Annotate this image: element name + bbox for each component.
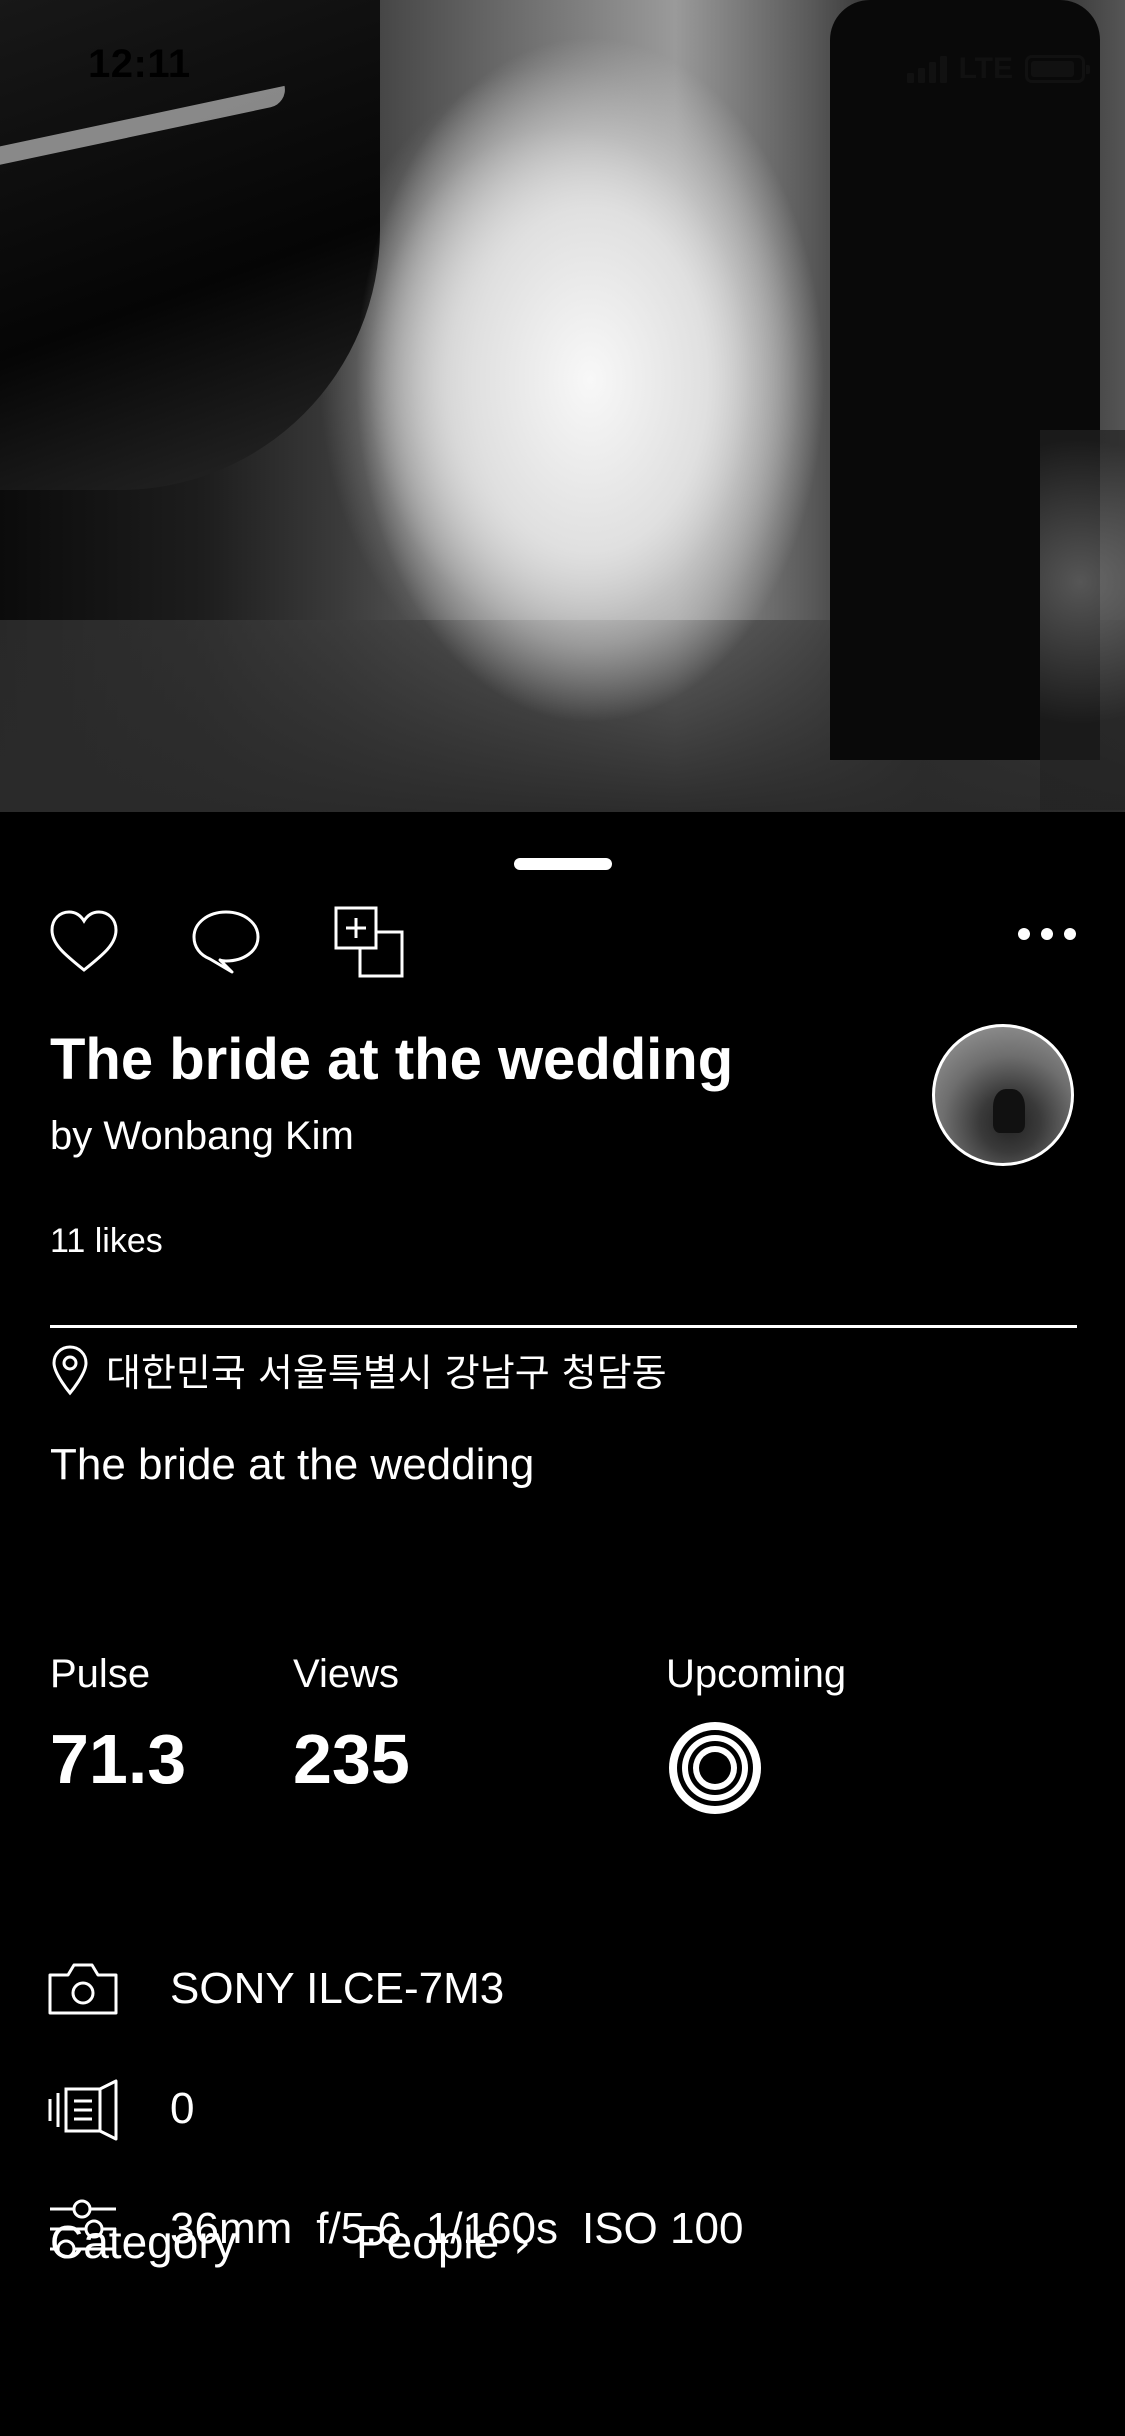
status-bar: 12:11 LTE [0,0,1125,140]
status-time: 12:11 [88,42,191,86]
photo-title: The bride at the wedding [50,1027,734,1092]
location[interactable]: 대한민국 서울특별시 강남구 청담동 [50,1342,667,1397]
category-label: Category [50,2216,237,2268]
upcoming-label: Upcoming [666,1652,847,1696]
stat-pulse: Pulse 71.3 [50,1652,186,1799]
pulse-label: Pulse [50,1652,151,1696]
views-value: 235 [293,1720,410,1798]
photo-details-sheet: The bride at the wedding by Wonbang Kim … [0,812,1125,2436]
stat-views: Views 235 [293,1652,410,1799]
avatar[interactable] [932,1024,1074,1166]
network-type: LTE [958,52,1013,85]
likes-count[interactable]: 11 likes [50,1222,163,1261]
divider [50,1325,1077,1328]
chevron-right-icon: › [513,2216,531,2268]
spec-camera: SONY ILCE-7M3 [46,1957,504,2021]
category-link[interactable]: People › [356,2215,531,2269]
upcoming-icon [669,1722,761,1814]
add-to-gallery-button[interactable] [332,904,408,980]
signal-icon [906,55,947,83]
comment-icon [192,910,260,974]
more-button[interactable] [1009,904,1079,980]
heart-icon [50,910,118,972]
camera-icon [48,1963,118,2015]
photo-leaves [1040,430,1125,810]
spec-lens: 0 [46,2077,194,2141]
add-to-gallery-icon [334,906,404,978]
comment-button[interactable] [188,904,264,980]
iso: ISO 100 [581,2204,744,2253]
pulse-value: 71.3 [50,1720,187,1798]
action-bar [46,904,1079,984]
camera-model: SONY ILCE-7M3 [170,1964,505,2013]
category-row: Category People › [50,2215,531,2269]
stats: Pulse 71.3 Views 235 Upcoming [50,1652,1077,1852]
photo-description: The bride at the wedding [50,1440,535,1489]
stat-upcoming: Upcoming [666,1652,846,1822]
location-text: 대한민국 서울특별시 강남구 청담동 [106,1351,667,1395]
more-icon [1018,928,1076,940]
views-label: Views [293,1652,399,1696]
lens-value: 0 [170,2084,195,2133]
like-button[interactable] [46,904,122,980]
sheet-grabber[interactable] [514,858,612,870]
photographer-byline[interactable]: by Wonbang Kim [50,1114,354,1159]
status-indicators: LTE [906,52,1090,86]
lens-icon [48,2079,118,2141]
battery-icon [1025,55,1090,83]
location-pin-icon [52,1344,88,1395]
category-value: People [356,2216,500,2268]
